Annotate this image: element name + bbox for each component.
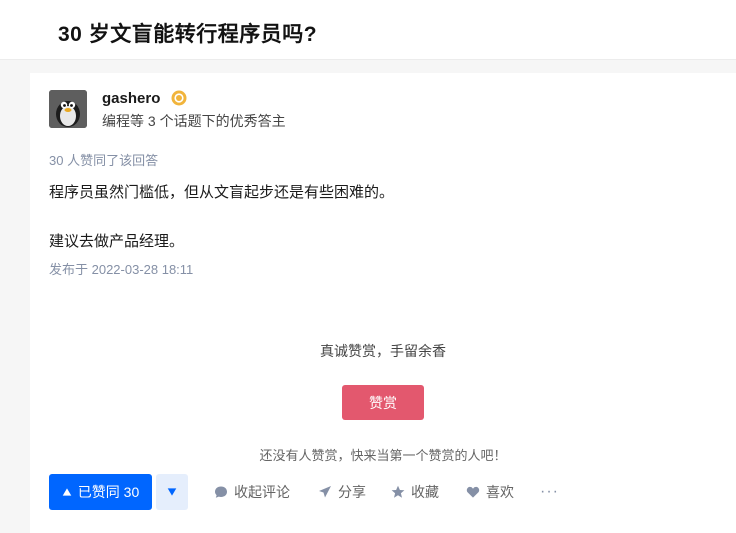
excellent-answerer-badge-icon[interactable] [171, 90, 187, 106]
action-bar: 已赞同 30 收起评论 分享 收藏 喜欢 ··· [49, 474, 729, 510]
reward-empty-text: 还没有人赞赏，快来当第一个赞赏的人吧！ [259, 448, 507, 463]
answer-paragraph: 程序员虽然门槛低，但从文盲起步还是有些困难的。 [49, 184, 395, 201]
answer-paragraph: 建议去做产品经理。 [49, 233, 185, 250]
collapse-comments-label: 收起评论 [234, 484, 290, 500]
more-options-button[interactable]: ··· [540, 474, 559, 510]
heart-icon [466, 486, 480, 498]
author-description: 编程等 3 个话题下的优秀答主 [102, 113, 286, 129]
publish-time[interactable]: 发布于 2022-03-28 18:11 [49, 259, 193, 278]
penguin-avatar-icon [49, 90, 87, 128]
downvote-button[interactable] [156, 474, 188, 510]
question-header: 30 岁文盲能转行程序员吗? [0, 0, 736, 60]
triangle-up-icon [62, 488, 72, 496]
share-button[interactable]: 分享 [318, 474, 366, 510]
question-title[interactable]: 30 岁文盲能转行程序员吗? [58, 18, 317, 48]
author-avatar[interactable] [49, 90, 87, 128]
voters-count[interactable]: 30 人赞同了该回答 [49, 150, 158, 169]
like-label: 喜欢 [486, 484, 514, 500]
upvote-button[interactable]: 已赞同 30 [49, 474, 152, 510]
favorite-button[interactable]: 收藏 [391, 474, 439, 510]
share-icon [319, 486, 331, 498]
author-name[interactable]: gashero [102, 90, 160, 107]
collapse-comments-button[interactable]: 收起评论 [214, 474, 290, 510]
more-icon: ··· [540, 483, 559, 500]
reward-button[interactable]: 赞赏 [342, 385, 424, 420]
upvote-label: 已赞同 30 [77, 484, 140, 500]
like-button[interactable]: 喜欢 [466, 474, 514, 510]
reward-prompt: 真诚赞赏，手留余香 [320, 343, 446, 359]
comment-icon [215, 486, 227, 498]
star-icon [391, 485, 405, 498]
share-label: 分享 [338, 484, 366, 500]
favorite-label: 收藏 [411, 484, 439, 500]
triangle-down-icon [167, 488, 177, 496]
answer-card: gashero 编程等 3 个话题下的优秀答主 30 人赞同了该回答 程序员虽然… [30, 73, 736, 533]
